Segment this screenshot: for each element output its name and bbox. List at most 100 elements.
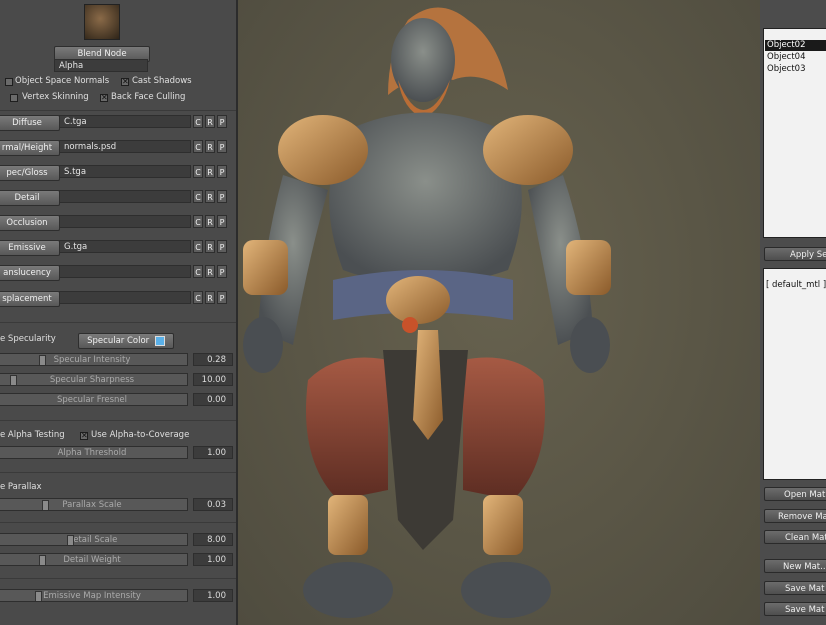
emissive-r-button[interactable]: R: [205, 240, 215, 253]
save-material-as-button[interactable]: Save Mat: [764, 602, 826, 616]
specular-sharpness-value[interactable]: 10.00: [193, 373, 233, 386]
use-parallax-label: e Parallax: [0, 482, 42, 492]
emissive-p-button[interactable]: P: [217, 240, 227, 253]
slider-handle[interactable]: [39, 355, 46, 365]
normal-height-map-file[interactable]: normals.psd: [59, 140, 191, 153]
diffuse-c-button[interactable]: C: [193, 115, 203, 128]
material-thumbnail[interactable]: [84, 4, 120, 40]
alpha-threshold-slider[interactable]: Alpha Threshold: [0, 446, 188, 459]
displacement-r-button[interactable]: R: [205, 291, 215, 304]
emissive-intensity-value[interactable]: 1.00: [193, 589, 233, 602]
detail-p-button[interactable]: P: [217, 190, 227, 203]
occlusion-map-file[interactable]: [59, 215, 191, 228]
apply-selection-button[interactable]: Apply Se: [764, 247, 826, 261]
spec-r-button[interactable]: R: [205, 165, 215, 178]
occlusion-c-button[interactable]: C: [193, 215, 203, 228]
emissive-map-file[interactable]: G.tga: [59, 240, 191, 253]
diffuse-map-file[interactable]: C.tga: [59, 115, 191, 128]
use-alpha-testing-label: e Alpha Testing: [0, 430, 65, 440]
divider: [0, 322, 236, 323]
occlusion-r-button[interactable]: R: [205, 215, 215, 228]
emissive-intensity-slider[interactable]: Emissive Map Intensity: [0, 589, 188, 602]
divider: [0, 522, 236, 523]
slider-handle[interactable]: [35, 591, 42, 601]
save-material-button[interactable]: Save Mat: [764, 581, 826, 595]
divider: [0, 420, 236, 421]
emissive-c-button[interactable]: C: [193, 240, 203, 253]
detail-weight-label: Detail Weight: [63, 555, 121, 565]
vertex-skinning-checkbox[interactable]: [10, 94, 18, 102]
alpha-to-coverage-checkbox[interactable]: ✕: [80, 432, 88, 440]
specular-color-button[interactable]: Specular Color: [78, 333, 174, 349]
normal-r-button[interactable]: R: [205, 140, 215, 153]
spec-c-button[interactable]: C: [193, 165, 203, 178]
specular-color-label: Specular Color: [87, 336, 150, 346]
spec-p-button[interactable]: P: [217, 165, 227, 178]
diffuse-p-button[interactable]: P: [217, 115, 227, 128]
normal-height-map-button[interactable]: rmal/Height: [0, 140, 60, 156]
specular-fresnel-label: Specular Fresnel: [56, 395, 128, 405]
cast-shadows-checkbox[interactable]: ✕: [121, 78, 129, 86]
object-panel: Object02 Object04 Object03 Apply Se [ de…: [760, 0, 826, 625]
list-item[interactable]: [ default_mtl ]: [766, 280, 826, 290]
specular-fresnel-slider[interactable]: Specular Fresnel: [0, 393, 188, 406]
remove-material-button[interactable]: Remove Mat: [764, 509, 826, 523]
open-material-button[interactable]: Open Mat: [764, 487, 826, 501]
slider-handle[interactable]: [42, 500, 49, 510]
displacement-c-button[interactable]: C: [193, 291, 203, 304]
detail-scale-value[interactable]: 8.00: [193, 533, 233, 546]
clean-material-button[interactable]: Clean Mat: [764, 530, 826, 544]
translucency-r-button[interactable]: R: [205, 265, 215, 278]
detail-weight-value[interactable]: 1.00: [193, 553, 233, 566]
translucency-c-button[interactable]: C: [193, 265, 203, 278]
blend-mode-select[interactable]: Alpha: [54, 59, 148, 72]
detail-map-button[interactable]: Detail: [0, 190, 60, 206]
normal-p-button[interactable]: P: [217, 140, 227, 153]
object-space-normals-checkbox[interactable]: [5, 78, 13, 86]
occlusion-map-button[interactable]: Occlusion: [0, 215, 60, 231]
detail-map-file[interactable]: [59, 190, 191, 203]
back-face-culling-checkbox[interactable]: ✕: [100, 94, 108, 102]
list-item[interactable]: Object02: [765, 40, 826, 51]
normal-c-button[interactable]: C: [193, 140, 203, 153]
material-panel: Blend Node Alpha Object Space Normals ✕ …: [0, 0, 238, 625]
alpha-threshold-label: Alpha Threshold: [57, 448, 127, 458]
slider-handle[interactable]: [67, 535, 74, 545]
material-list[interactable]: [ default_mtl ]: [763, 268, 826, 480]
list-item[interactable]: Object04: [765, 52, 826, 63]
displacement-p-button[interactable]: P: [217, 291, 227, 304]
specular-fresnel-value[interactable]: 0.00: [193, 393, 233, 406]
alpha-threshold-value[interactable]: 1.00: [193, 446, 233, 459]
parallax-scale-slider[interactable]: Parallax Scale: [0, 498, 188, 511]
specular-sharpness-slider[interactable]: Specular Sharpness: [0, 373, 188, 386]
spec-gloss-map-file[interactable]: S.tga: [59, 165, 191, 178]
detail-weight-slider[interactable]: Detail Weight: [0, 553, 188, 566]
spec-gloss-map-button[interactable]: pec/Gloss: [0, 165, 60, 181]
translucency-map-button[interactable]: anslucency: [0, 265, 60, 281]
specular-intensity-slider[interactable]: Specular Intensity: [0, 353, 188, 366]
object-list[interactable]: Object02 Object04 Object03: [763, 28, 826, 238]
specular-intensity-label: Specular Intensity: [53, 355, 131, 365]
diffuse-map-button[interactable]: Diffuse: [0, 115, 60, 131]
detail-c-button[interactable]: C: [193, 190, 203, 203]
parallax-scale-value[interactable]: 0.03: [193, 498, 233, 511]
translucency-map-file[interactable]: [59, 265, 191, 278]
displacement-map-file[interactable]: [59, 291, 191, 304]
occlusion-p-button[interactable]: P: [217, 215, 227, 228]
parallax-scale-label: Parallax Scale: [62, 500, 122, 510]
new-material-button[interactable]: New Mat...: [764, 559, 826, 573]
detail-scale-slider[interactable]: Detail Scale: [0, 533, 188, 546]
back-face-culling-label: Back Face Culling: [111, 92, 186, 102]
specular-intensity-value[interactable]: 0.28: [193, 353, 233, 366]
diffuse-r-button[interactable]: R: [205, 115, 215, 128]
list-item[interactable]: Object03: [765, 64, 826, 75]
emissive-map-button[interactable]: Emissive: [0, 240, 60, 256]
detail-r-button[interactable]: R: [205, 190, 215, 203]
specular-color-swatch: [154, 335, 165, 346]
slider-handle[interactable]: [10, 375, 17, 385]
translucency-p-button[interactable]: P: [217, 265, 227, 278]
viewport[interactable]: [238, 0, 760, 625]
detail-scale-label: Detail Scale: [66, 535, 118, 545]
displacement-map-button[interactable]: splacement: [0, 291, 60, 307]
slider-handle[interactable]: [39, 555, 46, 565]
